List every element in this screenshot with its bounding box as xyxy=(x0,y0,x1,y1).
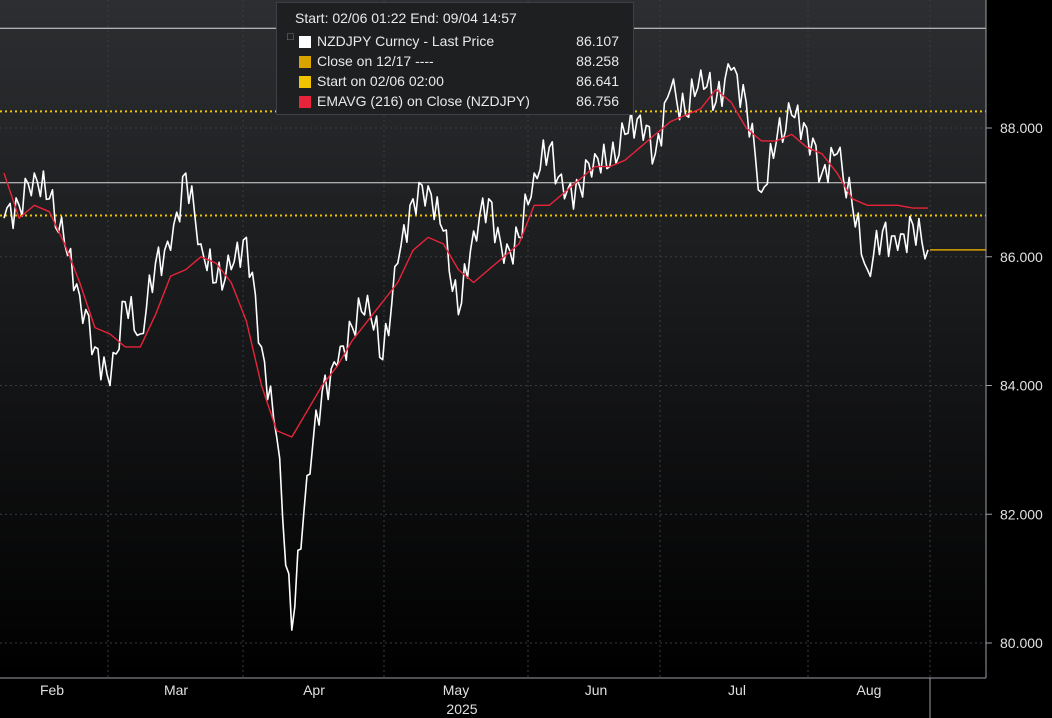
legend-value: 86.107 xyxy=(576,33,619,49)
y-tick-label: 80.000 xyxy=(1000,635,1043,651)
x-tick-label: May xyxy=(443,682,469,698)
axis-background xyxy=(986,0,1052,678)
y-tick-label: 82.000 xyxy=(1000,506,1043,522)
y-tick-label: 86.000 xyxy=(1000,249,1043,265)
chart-root: 80.000 82.000 84.000 86.000 88.000 Feb Mar Apr M… xyxy=(0,0,1052,718)
legend-swatch xyxy=(299,56,311,68)
legend-value: 86.756 xyxy=(576,93,619,109)
x-tick-label: Jun xyxy=(585,682,608,698)
legend-box: Start: 02/06 01:22 End: 09/04 14:57 □ NZ… xyxy=(276,2,634,115)
y-tick-label: 84.000 xyxy=(1000,378,1043,394)
legend-label: EMAVG (216) on Close (NZDJPY) xyxy=(317,93,530,109)
legend-value: 88.258 xyxy=(576,53,619,69)
x-tick-label: Jul xyxy=(728,682,746,698)
legend-item-ema[interactable]: EMAVG (216) on Close (NZDJPY) 86.756 xyxy=(287,93,627,112)
tree-collapse-icon[interactable]: □ xyxy=(287,31,294,43)
xaxis-background xyxy=(0,678,1052,718)
x-tick-label: Aug xyxy=(857,682,882,698)
legend-header: Start: 02/06 01:22 End: 09/04 14:57 xyxy=(295,10,517,26)
y-tick-label: 88.000 xyxy=(1000,120,1043,136)
x-tick-label: Mar xyxy=(164,682,188,698)
legend-item-last-price[interactable]: □ NZDJPY Curncy - Last Price 86.107 xyxy=(287,31,627,52)
x-tick-label: Apr xyxy=(303,682,325,698)
legend-swatch xyxy=(299,96,311,108)
legend-label: Start on 02/06 02:00 xyxy=(317,73,444,89)
legend-item-start-reference[interactable]: Start on 02/06 02:00 86.641 xyxy=(287,73,627,92)
legend-swatch xyxy=(299,36,311,48)
x-year-label: 2025 xyxy=(446,701,477,717)
legend-swatch xyxy=(299,76,311,88)
legend-label: NZDJPY Curncy - Last Price xyxy=(317,33,495,49)
legend-value: 86.641 xyxy=(576,73,619,89)
legend-label: Close on 12/17 ---- xyxy=(317,53,434,69)
x-tick-label: Feb xyxy=(40,682,64,698)
legend-item-close-reference[interactable]: Close on 12/17 ---- 88.258 xyxy=(287,53,627,72)
